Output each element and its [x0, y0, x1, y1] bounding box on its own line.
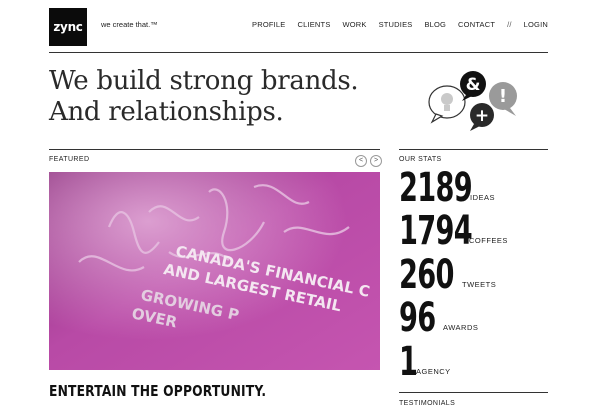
- stat-label: IDEAS: [470, 193, 496, 202]
- prev-arrow-button[interactable]: <: [355, 155, 367, 167]
- plus-glyph: +: [475, 106, 489, 126]
- nav-studies[interactable]: STUDIES: [379, 20, 413, 29]
- nav-blog[interactable]: BLOG: [424, 20, 446, 29]
- hero-line-2: And relationships.: [49, 97, 284, 127]
- featured-photo: CANADA'S FINANCIAL C AND LARGEST RETAIL …: [49, 172, 380, 370]
- stats-divider: [399, 149, 548, 150]
- speech-bubbles-illustration: & ! +: [428, 71, 517, 131]
- ampersand-glyph: &: [466, 75, 481, 95]
- stat-tweets: 260 TWEETS: [399, 252, 496, 298]
- stat-value: 1794: [399, 208, 473, 254]
- nav-contact[interactable]: CONTACT: [458, 20, 495, 29]
- nav-work[interactable]: WORK: [342, 20, 366, 29]
- stat-label: TWEETS: [462, 280, 497, 289]
- tagline: we create that.™: [101, 20, 158, 29]
- stat-ideas: 2189 IDEAS: [399, 165, 506, 211]
- nav-separator: //: [507, 20, 512, 29]
- stat-value: 260: [399, 252, 454, 298]
- featured-label: FEATURED: [49, 156, 90, 163]
- stat-agency: 1 AGENCY: [399, 339, 450, 385]
- plus-bubble-icon: +: [470, 103, 494, 131]
- featured-divider: [49, 149, 380, 150]
- stat-value: 1: [399, 339, 418, 385]
- hero-line-1: We build strong brands.: [49, 66, 359, 96]
- stats-label: OUR STATS: [399, 156, 442, 163]
- featured-image[interactable]: CANADA'S FINANCIAL C AND LARGEST RETAIL …: [49, 172, 380, 370]
- exclamation-glyph: !: [499, 86, 507, 107]
- logo[interactable]: zync: [49, 8, 87, 46]
- stat-label: AGENCY: [416, 367, 451, 376]
- featured-arrows: < >: [355, 155, 382, 167]
- nav-login[interactable]: LOGIN: [524, 20, 548, 29]
- testimonials-label: TESTIMONIALS: [399, 400, 456, 407]
- nav-profile[interactable]: PROFILE: [252, 20, 286, 29]
- featured-title[interactable]: ENTERTAIN THE OPPORTUNITY.: [49, 382, 266, 400]
- stat-label: AWARDS: [443, 323, 479, 332]
- main-nav: PROFILE CLIENTS WORK STUDIES BLOG CONTAC…: [252, 20, 548, 29]
- testimonials-divider: [399, 392, 548, 393]
- next-arrow-button[interactable]: >: [370, 155, 382, 167]
- nav-clients[interactable]: CLIENTS: [297, 20, 330, 29]
- hero-headline: We build strong brands. And relationship…: [49, 66, 359, 128]
- stat-label: COFFEES: [469, 236, 508, 245]
- stat-awards: 96 AWARDS: [399, 295, 478, 341]
- stat-value: 96: [399, 295, 436, 341]
- header-divider: [49, 52, 548, 53]
- stat-value: 2189: [399, 165, 473, 211]
- lightbulb-bubble-icon: [428, 85, 466, 124]
- stat-coffees: 1794 COFFEES: [399, 208, 508, 254]
